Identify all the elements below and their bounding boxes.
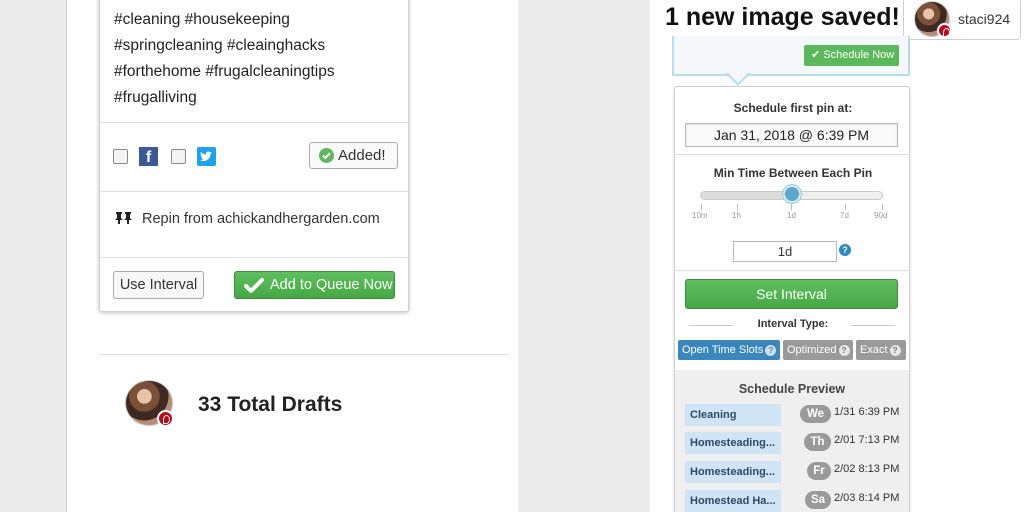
slider-tick-label: 10m bbox=[692, 211, 708, 220]
divider bbox=[99, 354, 509, 355]
first-pin-label: Schedule first pin at: bbox=[733, 101, 853, 115]
list-item: Homestead Ha... Sa 2/03 8:14 PM bbox=[685, 490, 905, 512]
drafts-panel: #cleaning #housekeeping #springcleaning … bbox=[66, 0, 518, 512]
added-button[interactable]: Added! bbox=[309, 142, 398, 169]
divider bbox=[100, 191, 408, 192]
set-interval-button[interactable]: Set Interval bbox=[685, 279, 898, 309]
slider-tick-label: 1h bbox=[732, 211, 741, 220]
interval-type-label: Exact bbox=[860, 344, 888, 356]
interval-type-optimized[interactable]: Optimized? bbox=[783, 340, 853, 360]
divider bbox=[675, 154, 909, 155]
interval-slider-handle[interactable] bbox=[782, 185, 801, 203]
repin-text: Repin from achickandhergarden.com bbox=[142, 211, 380, 227]
schedule-preview-title: Schedule Preview bbox=[738, 382, 846, 396]
interval-type-label: Interval Type: bbox=[757, 318, 829, 330]
total-drafts-heading: 33 Total Drafts bbox=[198, 393, 343, 416]
interval-type-open-slots[interactable]: Open Time Slots? bbox=[678, 340, 780, 360]
list-item: Homesteading... Fr 2/02 8:13 PM bbox=[685, 461, 905, 483]
hashtag-line: #frugalliving bbox=[114, 89, 197, 106]
pinterest-icon bbox=[157, 410, 174, 427]
pinterest-icon bbox=[937, 23, 952, 38]
scheduled-datetime: 1/31 6:39 PM bbox=[834, 406, 900, 418]
slider-tick bbox=[701, 204, 702, 210]
slider-tick-label: 1d bbox=[787, 211, 796, 220]
schedule-popover: Schedule first pin at: Jan 31, 2018 @ 6:… bbox=[674, 86, 910, 512]
help-icon: ? bbox=[889, 345, 901, 356]
saved-heading: 1 new image saved! bbox=[665, 3, 900, 31]
check-circle-icon bbox=[319, 148, 334, 163]
day-badge: We bbox=[800, 405, 831, 423]
pin-card: #cleaning #housekeeping #springcleaning … bbox=[99, 0, 409, 312]
list-item: Cleaning We 1/31 6:39 PM bbox=[685, 404, 905, 426]
scheduled-datetime: 2/02 8:13 PM bbox=[834, 463, 900, 475]
repin-source: Repin from achickandhergarden.com bbox=[114, 211, 380, 228]
hashtag-line: #cleaning #housekeeping bbox=[114, 11, 290, 28]
popover-caret-inner bbox=[728, 73, 748, 83]
divider bbox=[851, 325, 895, 326]
interval-type-exact[interactable]: Exact? bbox=[856, 340, 906, 360]
day-badge: Th bbox=[804, 433, 831, 451]
slider-tick bbox=[737, 204, 738, 210]
slider-tick bbox=[791, 204, 792, 210]
added-label: Added! bbox=[338, 147, 386, 164]
hashtag-line: #springcleaning #cleainghacks bbox=[114, 37, 326, 54]
interval-slider-fill bbox=[701, 192, 792, 199]
divider bbox=[100, 122, 408, 123]
min-time-label: Min Time Between Each Pin bbox=[713, 166, 873, 180]
first-pin-datetime-input[interactable]: Jan 31, 2018 @ 6:39 PM bbox=[685, 123, 898, 147]
interval-input[interactable]: 1d bbox=[733, 241, 837, 262]
help-icon: ? bbox=[838, 345, 850, 356]
checkmark-icon bbox=[244, 277, 264, 298]
slider-tick-label: 7d bbox=[840, 211, 849, 220]
board-name: Homesteading... bbox=[685, 432, 781, 454]
board-name: Cleaning bbox=[685, 404, 781, 426]
social-share-row: f Added! bbox=[113, 142, 398, 169]
slider-tick-label: 90d bbox=[874, 211, 888, 220]
pushpin-icon bbox=[114, 211, 134, 228]
list-item: Homesteading... Th 2/01 7:13 PM bbox=[685, 432, 905, 454]
day-badge: Fr bbox=[807, 462, 831, 480]
add-to-queue-label: Add to Queue Now bbox=[270, 277, 393, 293]
divider bbox=[100, 257, 408, 258]
board-name: Homesteading... bbox=[685, 461, 781, 483]
username: staci924 bbox=[958, 11, 1011, 27]
hashtag-line: #forthehome #frugalcleaningtips bbox=[114, 63, 335, 80]
use-interval-button[interactable]: Use Interval bbox=[113, 271, 204, 299]
day-badge: Sa bbox=[805, 491, 831, 509]
facebook-icon: f bbox=[139, 147, 158, 166]
schedule-now-button[interactable]: ✔ Schedule Now bbox=[804, 45, 899, 66]
divider bbox=[675, 270, 909, 271]
twitter-checkbox[interactable] bbox=[171, 149, 186, 164]
schedule-now-label: Schedule Now bbox=[823, 49, 895, 61]
scheduled-datetime: 2/01 7:13 PM bbox=[834, 434, 900, 446]
user-account[interactable]: staci924 bbox=[903, 0, 1021, 40]
checkmark-icon: ✔ bbox=[811, 49, 821, 61]
scheduled-datetime: 2/03 8:14 PM bbox=[834, 492, 900, 504]
add-to-queue-button[interactable]: Add to Queue Now bbox=[234, 271, 395, 299]
help-icon[interactable]: ? bbox=[839, 244, 851, 256]
interval-type-label: Optimized bbox=[787, 344, 837, 356]
help-icon: ? bbox=[765, 345, 777, 356]
schedule-preview: Schedule Preview Cleaning We 1/31 6:39 P… bbox=[675, 370, 909, 512]
slider-tick bbox=[882, 204, 883, 210]
twitter-icon bbox=[197, 147, 216, 166]
board-name: Homestead Ha... bbox=[685, 490, 781, 512]
facebook-checkbox[interactable] bbox=[113, 149, 128, 164]
interval-type-label: Open Time Slots bbox=[682, 344, 764, 356]
pin-description: #cleaning #housekeeping #springcleaning … bbox=[100, 0, 408, 111]
slider-tick bbox=[845, 204, 846, 210]
